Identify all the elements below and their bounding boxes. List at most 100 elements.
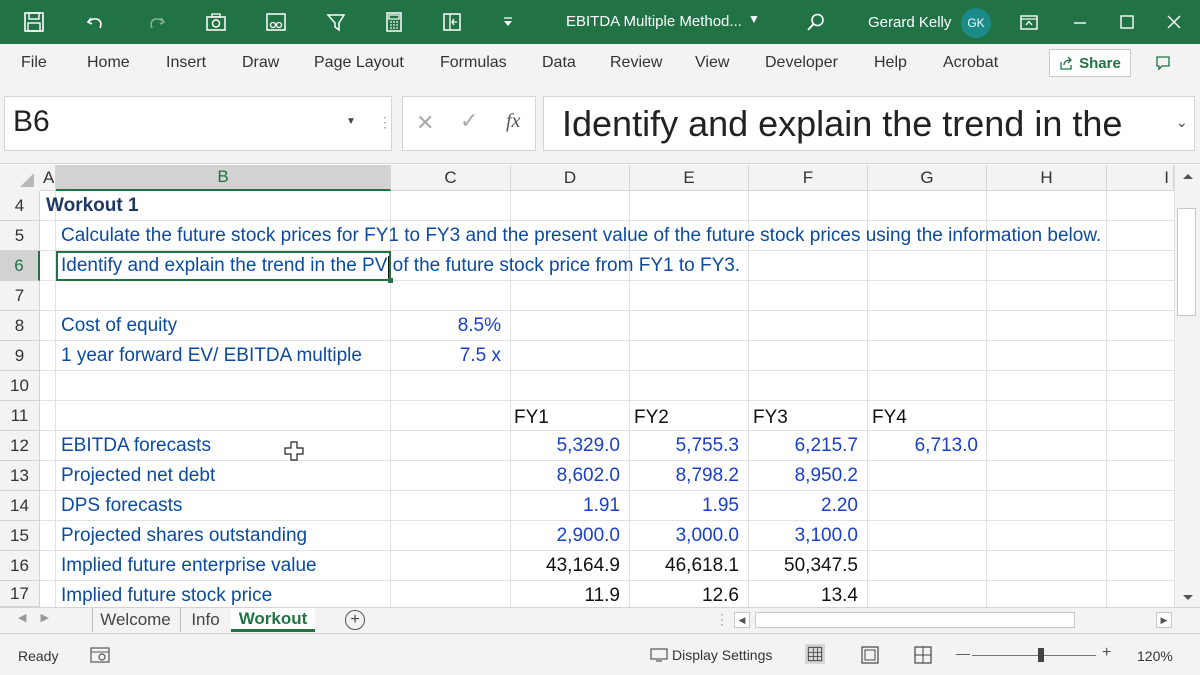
tab-formulas[interactable]: Formulas xyxy=(440,54,507,72)
cell-a4[interactable]: Workout 1 xyxy=(46,191,139,221)
page-layout-view-icon[interactable] xyxy=(860,645,880,665)
row-header-5[interactable]: 5 xyxy=(0,221,40,251)
cell-e11[interactable]: FY2 xyxy=(634,403,669,433)
cell-f13[interactable]: 8,950.2 xyxy=(749,461,858,491)
cell-e12[interactable]: 5,755.3 xyxy=(630,431,739,461)
sheet-tab-info[interactable]: Info xyxy=(180,608,230,632)
cell-g12[interactable]: 6,713.0 xyxy=(868,431,978,461)
row-header-13[interactable]: 13 xyxy=(0,461,40,491)
row-header-12[interactable]: 12 xyxy=(0,431,40,461)
insert-function-icon[interactable]: fx xyxy=(506,110,520,133)
row-header-14[interactable]: 14 xyxy=(0,491,40,521)
scroll-right-icon[interactable]: ▶ xyxy=(1156,612,1172,628)
row-header-9[interactable]: 9 xyxy=(0,341,40,371)
scroll-down-icon[interactable] xyxy=(1181,593,1195,603)
zoom-in-icon[interactable]: + xyxy=(1102,644,1111,662)
cell-b13[interactable]: Projected net debt xyxy=(61,461,215,491)
tab-help[interactable]: Help xyxy=(874,54,907,72)
horizontal-scrollbar[interactable] xyxy=(755,612,1075,628)
column-header-e[interactable]: E xyxy=(630,165,749,191)
tab-insert[interactable]: Insert xyxy=(166,54,206,72)
tab-draw[interactable]: Draw xyxy=(242,54,279,72)
user-name[interactable]: Gerard Kelly xyxy=(868,14,951,31)
sheet-tab-workout[interactable]: Workout xyxy=(231,608,315,632)
close-icon[interactable] xyxy=(1160,8,1188,36)
tab-review[interactable]: Review xyxy=(610,54,662,72)
maximize-icon[interactable] xyxy=(1113,8,1141,36)
normal-view-icon[interactable] xyxy=(805,644,825,664)
split-handle-icon[interactable]: ⋮ xyxy=(715,611,729,628)
cell-f11[interactable]: FY3 xyxy=(753,403,788,433)
expand-formula-bar-icon[interactable]: ⌄ xyxy=(1176,114,1188,131)
tab-view[interactable]: View xyxy=(695,54,729,72)
cell-b14[interactable]: DPS forecasts xyxy=(61,491,182,521)
row-header-7[interactable]: 7 xyxy=(0,281,40,311)
enter-icon[interactable]: ✓ xyxy=(460,108,478,134)
cell-e14[interactable]: 1.95 xyxy=(630,491,739,521)
reading-view-icon[interactable] xyxy=(262,8,290,36)
cell-d13[interactable]: 8,602.0 xyxy=(511,461,620,491)
vertical-scroll-thumb[interactable] xyxy=(1177,208,1196,316)
freeze-panes-icon[interactable] xyxy=(438,8,466,36)
sheet-nav-arrows-icon[interactable]: ◀▶ xyxy=(18,611,63,624)
row-header-11[interactable]: 11 xyxy=(0,401,40,431)
cell-b8[interactable]: Cost of equity xyxy=(61,311,177,341)
cell-f16[interactable]: 50,347.5 xyxy=(749,551,858,581)
page-break-preview-icon[interactable] xyxy=(913,645,933,665)
cell-d12[interactable]: 5,329.0 xyxy=(511,431,620,461)
save-icon[interactable] xyxy=(20,8,48,36)
cell-d14[interactable]: 1.91 xyxy=(511,491,620,521)
cell-b15[interactable]: Projected shares outstanding xyxy=(61,521,307,551)
minimize-icon[interactable] xyxy=(1066,8,1094,36)
add-sheet-icon[interactable]: + xyxy=(345,610,365,630)
zoom-level[interactable]: 120% xyxy=(1137,648,1173,664)
tab-page-layout[interactable]: Page Layout xyxy=(314,54,404,72)
share-button[interactable]: Share xyxy=(1049,49,1131,77)
avatar[interactable]: GK xyxy=(961,8,991,38)
cell-c9[interactable]: 7.5 x xyxy=(391,341,501,371)
tab-developer[interactable]: Developer xyxy=(765,54,838,72)
row-header-17[interactable]: 17 xyxy=(0,581,40,607)
column-header-d[interactable]: D xyxy=(511,165,630,191)
camera-icon[interactable] xyxy=(202,8,230,36)
column-header-a[interactable]: A xyxy=(40,165,56,191)
scroll-up-icon[interactable] xyxy=(1181,171,1195,181)
cell-d15[interactable]: 2,900.0 xyxy=(511,521,620,551)
cell-b12[interactable]: EBITDA forecasts xyxy=(61,431,211,461)
column-header-f[interactable]: F xyxy=(749,165,868,191)
formula-input[interactable]: Identify and explain the trend in the xyxy=(543,96,1195,151)
cell-e13[interactable]: 8,798.2 xyxy=(630,461,739,491)
customize-toolbar-icon[interactable] xyxy=(494,8,522,36)
fill-handle[interactable] xyxy=(388,278,393,283)
column-header-h[interactable]: H xyxy=(987,165,1107,191)
ribbon-display-options-icon[interactable] xyxy=(1015,8,1043,36)
tab-home[interactable]: Home xyxy=(87,54,130,72)
sheet-tab-welcome[interactable]: Welcome xyxy=(92,608,178,632)
cell-b5[interactable]: Calculate the future stock prices for FY… xyxy=(61,221,1101,251)
zoom-slider-track[interactable] xyxy=(972,655,1096,656)
row-header-16[interactable]: 16 xyxy=(0,551,40,581)
tab-acrobat[interactable]: Acrobat xyxy=(943,54,998,72)
search-icon[interactable] xyxy=(802,8,830,36)
macro-recording-icon[interactable] xyxy=(90,646,110,664)
cell-g11[interactable]: FY4 xyxy=(872,403,907,433)
display-settings-button[interactable]: Display Settings xyxy=(650,647,772,663)
row-header-15[interactable]: 15 xyxy=(0,521,40,551)
cell-f14[interactable]: 2.20 xyxy=(749,491,858,521)
select-all-corner[interactable] xyxy=(0,165,40,191)
row-header-4[interactable]: 4 xyxy=(0,191,40,221)
redo-icon[interactable] xyxy=(142,8,170,36)
touch-mode-icon[interactable] xyxy=(322,8,350,36)
column-header-b[interactable]: B xyxy=(56,165,391,191)
name-box[interactable]: B6 xyxy=(4,96,392,151)
column-header-c[interactable]: C xyxy=(391,165,511,191)
zoom-out-icon[interactable]: — xyxy=(956,645,970,661)
cancel-icon[interactable]: ✕ xyxy=(416,110,434,136)
document-title[interactable]: EBITDA Multiple Method... xyxy=(566,13,742,30)
tab-file[interactable]: File xyxy=(21,54,47,72)
chevron-down-icon[interactable]: ▼ xyxy=(748,12,760,26)
row-header-8[interactable]: 8 xyxy=(0,311,40,341)
scroll-left-icon[interactable]: ◀ xyxy=(734,612,750,628)
name-box-dropdown-icon[interactable]: ▼ xyxy=(346,116,356,127)
column-header-g[interactable]: G xyxy=(868,165,987,191)
